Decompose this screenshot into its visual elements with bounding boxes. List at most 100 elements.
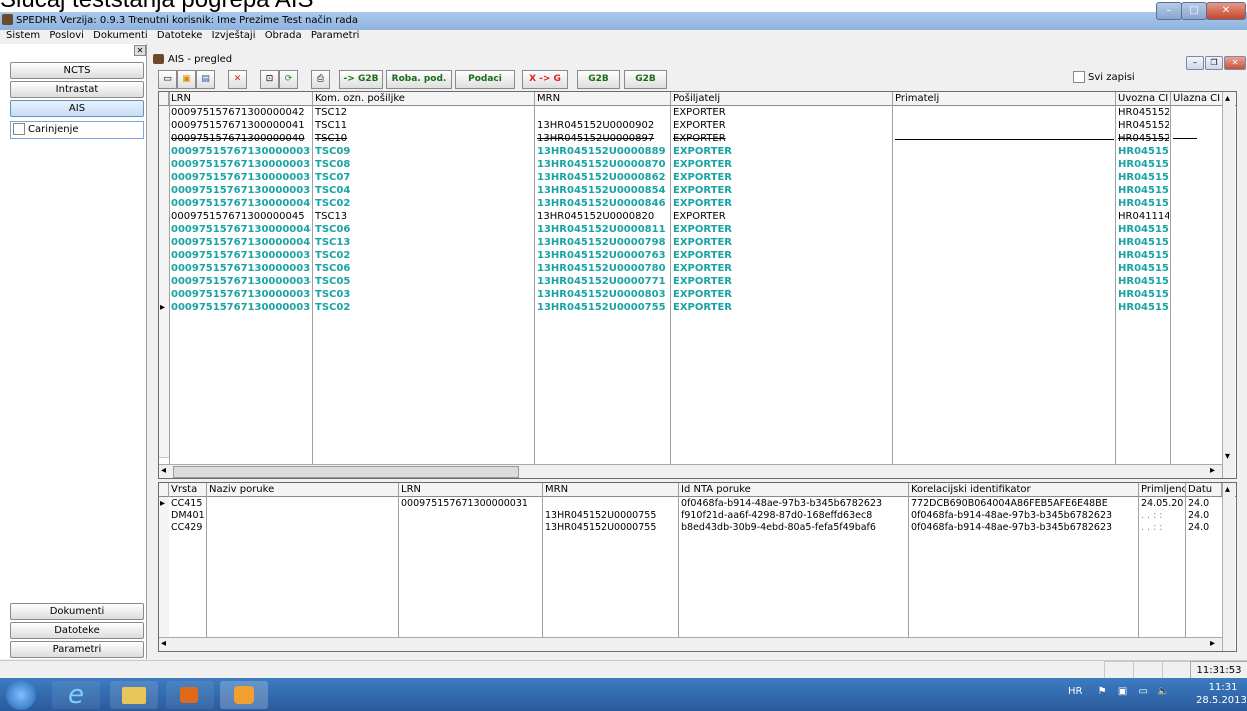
col-lrn-cell: 000975157671300000034 <box>171 276 311 287</box>
sidebar-btn-ais[interactable]: AIS <box>10 100 144 117</box>
sidebar-item-carinjenje[interactable]: Carinjenje <box>10 121 144 139</box>
delete-icon[interactable]: ✕ <box>228 70 247 89</box>
print-icon[interactable]: ⎙ <box>311 70 330 89</box>
scroll-right-icon[interactable]: ▸ <box>1210 637 1215 650</box>
flag-icon[interactable]: ⚑ <box>1098 686 1107 697</box>
vertical-scrollbar[interactable] <box>1222 92 1235 478</box>
menu-parametri[interactable]: Parametri <box>311 30 360 41</box>
col-id-nta-header[interactable]: Id NTA poruke <box>679 483 909 496</box>
col-id-nta-cell: b8ed43db-30b9-4ebd-80a5-fefa5f49baf6 <box>681 522 876 533</box>
col-kom-ozn-header[interactable]: Kom. ozn. pošiljke <box>313 92 535 105</box>
sidebar-btn-dokumenti[interactable]: Dokumenti <box>10 603 144 620</box>
col-primatelj-header[interactable]: Primatelj <box>893 92 1116 105</box>
send-g2b-button[interactable]: -> G2B <box>339 70 383 89</box>
col-uvozna-ci-cell: HR045152 <box>1118 159 1169 170</box>
svi-zapisi-checkbox[interactable]: Svi zapisi <box>1073 71 1135 83</box>
col-lrn-header[interactable]: LRN <box>399 483 543 496</box>
roba-pod-button[interactable]: Roba. pod. <box>386 70 452 89</box>
col-naziv-poruke-header[interactable]: Naziv poruke <box>207 483 399 496</box>
x-to-g-button[interactable]: X -> G <box>522 70 568 89</box>
menu-obrada[interactable]: Obrada <box>265 30 302 41</box>
panel-restore-button[interactable]: ❐ <box>1205 56 1223 70</box>
save-icon[interactable]: ▤ <box>196 70 215 89</box>
col-ulazna-ci-header[interactable]: Ulazna CI <box>1171 92 1223 105</box>
minimize-button[interactable]: – <box>1156 2 1182 20</box>
col-uvozna-ci-cell: HR045152 <box>1118 302 1169 313</box>
maximize-button[interactable]: □ <box>1181 2 1207 20</box>
col-uvozna-ci-cell: HR045152 <box>1118 107 1169 118</box>
col-posiljatelj-header[interactable]: Pošiljatelj <box>671 92 893 105</box>
col-posiljatelj-cell: EXPORTER <box>673 250 732 261</box>
sidebar-btn-ncts[interactable]: NCTS <box>10 62 144 79</box>
horizontal-scrollbar[interactable] <box>159 637 1222 651</box>
scroll-left-icon[interactable]: ◂ <box>161 464 166 477</box>
volume-icon[interactable]: 🔈 <box>1157 686 1169 697</box>
row-indicator <box>159 379 169 393</box>
copy-doc-icon[interactable]: ▣ <box>177 70 196 89</box>
monitor-icon[interactable]: ▭ <box>1138 686 1147 697</box>
col-uvozna-ci-header[interactable]: Uvozna CI <box>1116 92 1171 105</box>
scroll-up-icon[interactable]: ▴ <box>1225 92 1230 105</box>
col-mrn-header[interactable]: MRN <box>543 483 679 496</box>
col-posiljatelj-cell: EXPORTER <box>673 107 726 118</box>
row-indicator <box>159 588 169 602</box>
col-korelacijski-cell: 0f0468fa-b914-48ae-97b3-b345b6782623 <box>911 522 1113 533</box>
network-icon[interactable]: ▣ <box>1118 686 1127 697</box>
col-kom-ozn-cell: TSC09 <box>315 146 351 157</box>
start-button-icon[interactable] <box>6 680 36 710</box>
col-uvozna-ci-cell: HR045152 <box>1118 185 1169 196</box>
language-indicator[interactable]: HR <box>1068 686 1082 697</box>
sidebar-close-icon[interactable]: ✕ <box>134 45 146 56</box>
col-posiljatelj-cell: EXPORTER <box>673 263 732 274</box>
sidebar-btn-intrastat[interactable]: Intrastat <box>10 81 144 98</box>
panel-close-button[interactable]: ✕ <box>1224 56 1246 70</box>
col-lrn-cell: 000975157671300000041 <box>171 120 305 131</box>
col-posiljatelj-cell: EXPORTER <box>673 133 726 144</box>
col-posiljatelj-cell: EXPORTER <box>673 302 732 313</box>
tray-clock[interactable]: 11:31 28.5.2013. <box>1196 681 1247 707</box>
scroll-down-icon[interactable]: ▾ <box>1225 450 1230 463</box>
scroll-right-icon[interactable]: ▸ <box>1210 464 1215 477</box>
col-vrsta-header[interactable]: Vrsta <box>169 483 207 496</box>
row-indicator <box>159 392 169 406</box>
status-bar <box>0 660 1247 679</box>
media-player-icon[interactable] <box>166 681 214 709</box>
system-tray: HR ⚑ ▣ ▭ 🔈 <box>1068 686 1170 697</box>
col-kom-ozn-cell: TSC03 <box>315 289 351 300</box>
header-corner <box>159 92 169 105</box>
scroll-up-icon[interactable]: ▴ <box>1225 483 1230 496</box>
podaci-button[interactable]: Podaci <box>455 70 515 89</box>
spedhr-app-icon[interactable] <box>220 681 268 709</box>
preview-icon[interactable]: ⊡ <box>260 70 279 89</box>
col-mrn-cell: 13HR045152U0000771 <box>537 276 666 287</box>
scroll-left-icon[interactable]: ◂ <box>161 637 166 650</box>
g2b-button-2[interactable]: G2B <box>624 70 667 89</box>
internet-explorer-icon[interactable]: e <box>52 681 100 709</box>
refresh-icon[interactable]: ⟳ <box>279 70 298 89</box>
g2b-button-1[interactable]: G2B <box>577 70 620 89</box>
close-button[interactable]: ✕ <box>1206 2 1246 20</box>
col-mrn-cell: 13HR045152U0000897 <box>537 133 655 144</box>
scrollbar-thumb[interactable] <box>173 466 519 478</box>
col-datum-header[interactable]: Datu <box>1186 483 1222 496</box>
row-indicator <box>159 614 169 628</box>
sidebar-btn-datoteke[interactable]: Datoteke <box>10 622 144 639</box>
menu-dokumenti[interactable]: Dokumenti <box>93 30 148 41</box>
new-doc-icon[interactable]: ▭ <box>158 70 177 89</box>
col-lrn-header[interactable]: LRN <box>169 92 313 105</box>
current-row-pointer-icon: ▸ <box>160 302 166 313</box>
menu-datoteke[interactable]: Datoteke <box>157 30 203 41</box>
window-title: SPEDHR Verzija: 0.9.3 Trenutni korisnik:… <box>16 15 359 26</box>
col-primljeno-header[interactable]: Primljeno <box>1139 483 1186 496</box>
panel-minimize-button[interactable]: – <box>1186 56 1204 70</box>
col-mrn-header[interactable]: MRN <box>535 92 671 105</box>
menu-izvjestaji[interactable]: Izvještaji <box>212 30 256 41</box>
col-uvozna-ci-cell: HR045152 <box>1118 120 1169 131</box>
menu-poslovi[interactable]: Poslovi <box>49 30 84 41</box>
vertical-scrollbar[interactable] <box>1222 483 1235 651</box>
sidebar-btn-parametri[interactable]: Parametri <box>10 641 144 658</box>
row-indicator <box>159 444 169 458</box>
explorer-folder-icon[interactable] <box>110 681 158 709</box>
menu-sistem[interactable]: Sistem <box>6 30 40 41</box>
col-korelacijski-header[interactable]: Korelacijski identifikator <box>909 483 1139 496</box>
